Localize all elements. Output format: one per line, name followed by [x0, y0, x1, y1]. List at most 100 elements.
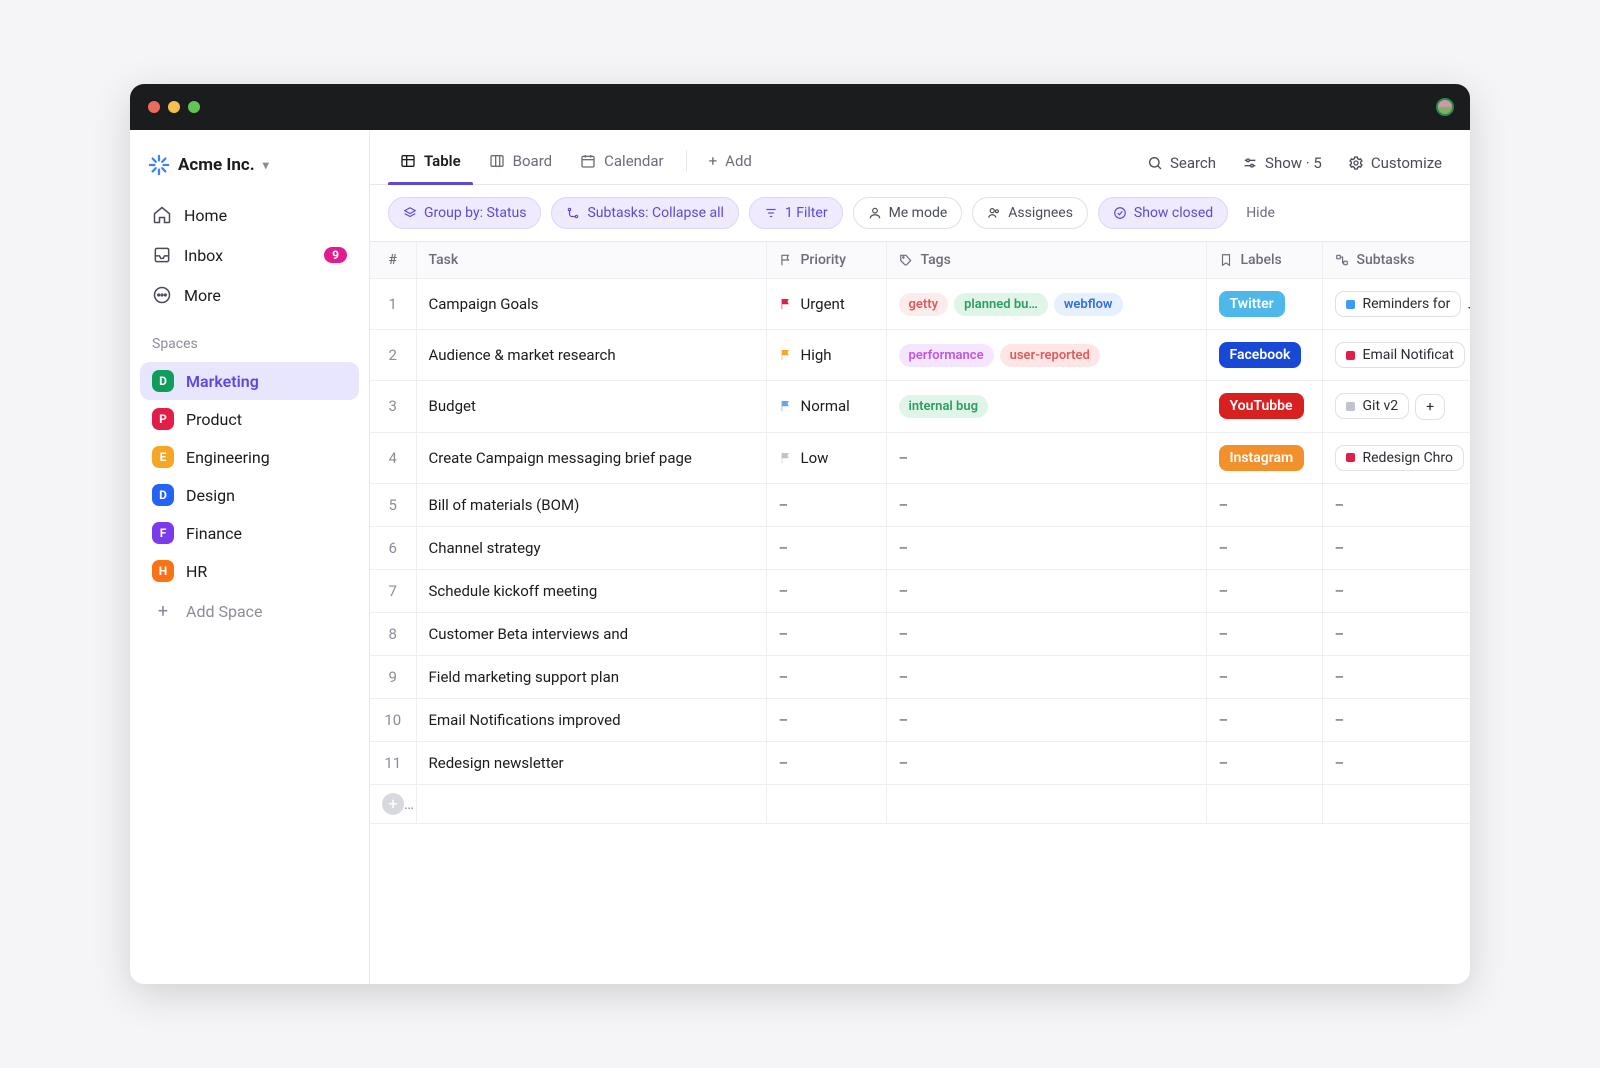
hide-button[interactable]: Hide	[1246, 205, 1275, 221]
label-cell[interactable]: –	[1206, 526, 1322, 569]
subtasks-cell[interactable]: –	[1322, 741, 1470, 784]
table-row[interactable]: 2Audience & market researchHighperforman…	[370, 330, 1470, 381]
show-button[interactable]: Show · 5	[1232, 146, 1332, 180]
tags-cell[interactable]: performance user-reported	[886, 330, 1206, 381]
subtasks-cell[interactable]: Git v2+	[1322, 381, 1470, 433]
avatar[interactable]	[1436, 98, 1454, 116]
add-view-button[interactable]: + Add	[697, 142, 764, 184]
show-closed-chip[interactable]: Show closed	[1098, 197, 1228, 229]
add-task-row[interactable]: +	[370, 784, 1470, 823]
view-tab-calendar[interactable]: Calendar	[568, 142, 676, 184]
label-cell[interactable]: –	[1206, 612, 1322, 655]
task-name-cell[interactable]: Schedule kickoff meeting	[416, 569, 766, 612]
label-cell[interactable]: Twitter	[1206, 279, 1322, 330]
workspace-switcher[interactable]: Acme Inc. ▾	[140, 144, 359, 194]
tag-pill[interactable]: getty	[899, 293, 949, 316]
tags-cell[interactable]: –	[886, 483, 1206, 526]
priority-cell[interactable]: –	[766, 655, 886, 698]
task-name-cell[interactable]: Audience & market research	[416, 330, 766, 381]
space-item-finance[interactable]: FFinance	[140, 514, 359, 552]
table-row[interactable]: 10Email Notifications improved––––	[370, 698, 1470, 741]
tags-cell[interactable]: –	[886, 432, 1206, 483]
tags-cell[interactable]: –	[886, 612, 1206, 655]
table-row[interactable]: 3BudgetNormalinternal bugYouTubbeGit v2+	[370, 381, 1470, 433]
space-item-design[interactable]: DDesign	[140, 476, 359, 514]
label-pill[interactable]: Instagram	[1219, 445, 1305, 471]
tag-pill[interactable]: internal bug	[899, 395, 989, 418]
col-header-number[interactable]: #	[370, 242, 416, 279]
add-space-button[interactable]: + Add Space	[140, 592, 359, 630]
task-name-cell[interactable]: Campaign Goals	[416, 279, 766, 330]
table-row[interactable]: 5Bill of materials (BOM)––––	[370, 483, 1470, 526]
table-row[interactable]: 11Redesign newsletter––––	[370, 741, 1470, 784]
label-pill[interactable]: Twitter	[1219, 291, 1285, 317]
label-cell[interactable]: –	[1206, 741, 1322, 784]
customize-button[interactable]: Customize	[1338, 146, 1452, 180]
search-button[interactable]: Search	[1137, 146, 1226, 180]
assignees-chip[interactable]: Assignees	[972, 197, 1088, 229]
minimize-window-button[interactable]	[168, 101, 180, 113]
tag-pill[interactable]: webflow	[1054, 293, 1123, 316]
subtasks-cell[interactable]: Email Notificat	[1322, 330, 1470, 381]
tag-pill[interactable]: user-reported	[1000, 344, 1100, 367]
table-row[interactable]: 4Create Campaign messaging brief pageLow…	[370, 432, 1470, 483]
priority-cell[interactable]: –	[766, 569, 886, 612]
task-name-cell[interactable]: Field marketing support plan	[416, 655, 766, 698]
tags-cell[interactable]: –	[886, 569, 1206, 612]
tag-pill[interactable]: planned bu…	[954, 293, 1048, 316]
label-cell[interactable]: –	[1206, 483, 1322, 526]
subtasks-cell[interactable]: –	[1322, 655, 1470, 698]
priority-cell[interactable]: –	[766, 483, 886, 526]
label-cell[interactable]: Instagram	[1206, 432, 1322, 483]
subtask-box[interactable]: Reminders for	[1335, 291, 1462, 317]
table-row[interactable]: 9Field marketing support plan––––	[370, 655, 1470, 698]
priority-cell[interactable]: –	[766, 741, 886, 784]
view-tab-board[interactable]: Board	[477, 142, 564, 184]
subtasks-cell[interactable]: –	[1322, 526, 1470, 569]
label-pill[interactable]: YouTubbe	[1219, 393, 1304, 419]
priority-cell[interactable]: Low	[766, 432, 886, 483]
priority-cell[interactable]: –	[766, 526, 886, 569]
tags-cell[interactable]: –	[886, 698, 1206, 741]
task-name-cell[interactable]: Email Notifications improved	[416, 698, 766, 741]
maximize-window-button[interactable]	[188, 101, 200, 113]
space-item-engineering[interactable]: EEngineering	[140, 438, 359, 476]
priority-cell[interactable]: Urgent	[766, 279, 886, 330]
close-window-button[interactable]	[148, 101, 160, 113]
me-mode-chip[interactable]: Me mode	[853, 197, 963, 229]
nav-home[interactable]: Home	[140, 196, 359, 234]
col-header-priority[interactable]: Priority	[766, 242, 886, 279]
subtasks-cell[interactable]: –	[1322, 483, 1470, 526]
task-name-cell[interactable]: Bill of materials (BOM)	[416, 483, 766, 526]
task-name-cell[interactable]: Redesign newsletter	[416, 741, 766, 784]
space-item-marketing[interactable]: DMarketing	[140, 362, 359, 400]
label-cell[interactable]: Facebook	[1206, 330, 1322, 381]
label-cell[interactable]: –	[1206, 569, 1322, 612]
col-header-labels[interactable]: Labels	[1206, 242, 1322, 279]
table-row[interactable]: 8Customer Beta interviews and––––	[370, 612, 1470, 655]
subtasks-cell[interactable]: –	[1322, 569, 1470, 612]
label-cell[interactable]: YouTubbe	[1206, 381, 1322, 433]
subtask-box[interactable]: Redesign Chro	[1335, 445, 1464, 471]
col-header-subtasks[interactable]: Subtasks	[1322, 242, 1470, 279]
task-name-cell[interactable]: Budget	[416, 381, 766, 433]
task-name-cell[interactable]: Customer Beta interviews and	[416, 612, 766, 655]
tags-cell[interactable]: internal bug	[886, 381, 1206, 433]
nav-inbox[interactable]: Inbox 9	[140, 236, 359, 274]
tags-cell[interactable]: –	[886, 526, 1206, 569]
subtasks-cell[interactable]: Reminders for	[1322, 279, 1470, 330]
subtasks-chip[interactable]: Subtasks: Collapse all	[551, 197, 738, 229]
table-row[interactable]: 1Campaign GoalsUrgentgettyplanned bu…web…	[370, 279, 1470, 330]
label-pill[interactable]: Facebook	[1219, 342, 1302, 368]
col-header-tags[interactable]: Tags	[886, 242, 1206, 279]
subtasks-cell[interactable]: –	[1322, 698, 1470, 741]
tags-cell[interactable]: gettyplanned bu… webflow	[886, 279, 1206, 330]
view-tab-table[interactable]: Table	[388, 142, 473, 184]
tags-cell[interactable]: –	[886, 655, 1206, 698]
priority-cell[interactable]: –	[766, 698, 886, 741]
space-item-product[interactable]: PProduct	[140, 400, 359, 438]
tags-cell[interactable]: –	[886, 741, 1206, 784]
priority-cell[interactable]: –	[766, 612, 886, 655]
group-by-chip[interactable]: Group by: Status	[388, 197, 541, 229]
tag-pill[interactable]: performance	[899, 344, 994, 367]
